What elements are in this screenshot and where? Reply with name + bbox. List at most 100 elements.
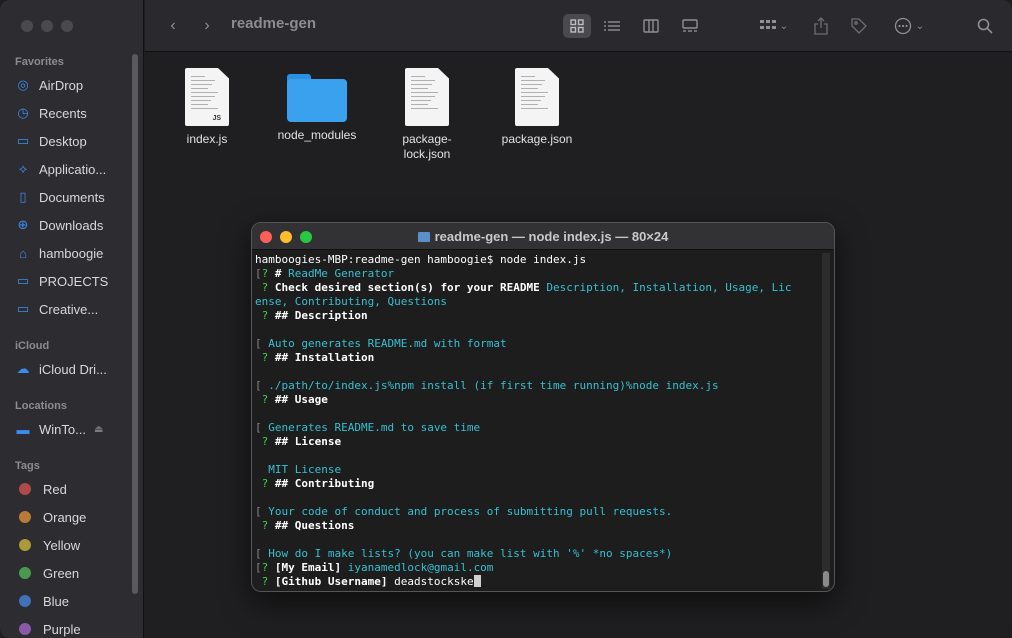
terminal-line: [ ./path/to/index.js%npm install (if fir… xyxy=(255,379,821,393)
action-button[interactable]: ⌄ xyxy=(889,14,929,38)
file-item[interactable]: package- lock.json xyxy=(377,68,477,162)
tag-color-dot xyxy=(19,595,31,607)
terminal-output[interactable]: hamboogies-MBP:readme-gen hamboogie$ nod… xyxy=(255,253,821,589)
share-icon xyxy=(814,17,828,35)
terminal-title-text: readme-gen — node index.js — 80×24 xyxy=(434,229,669,244)
sidebar-item-applicatio[interactable]: ⟡ Applicatio... xyxy=(15,158,137,180)
file-item[interactable]: node_modules xyxy=(267,68,367,143)
terminal-text-segment: deadstockske xyxy=(394,575,474,588)
sidebar-item-orange[interactable]: Orange xyxy=(15,506,137,528)
terminal-text-segment: ? xyxy=(261,267,275,280)
sidebar-item-documents[interactable]: ▯ Documents xyxy=(15,186,137,208)
minimize-button[interactable] xyxy=(41,20,53,32)
terminal-text-segment: ## License xyxy=(274,435,342,448)
column-view-button[interactable] xyxy=(637,14,665,38)
folder-icon xyxy=(417,232,430,242)
list-view-button[interactable] xyxy=(598,14,626,38)
terminal-text-segment: How do I make lists? (you can make list … xyxy=(268,547,673,560)
eject-icon[interactable]: ⏏ xyxy=(94,424,103,435)
terminal-text-segment: ? xyxy=(255,309,275,322)
close-button[interactable] xyxy=(21,20,33,32)
file-name: package.json xyxy=(501,132,573,146)
share-button[interactable] xyxy=(809,14,833,38)
cloud-icon: ☁ xyxy=(16,361,30,376)
terminal-text-segment: ? xyxy=(255,393,275,406)
sidebar-item-blue[interactable]: Blue xyxy=(15,590,137,612)
sidebar-item-label: Blue xyxy=(43,593,70,609)
icon-view-button[interactable] xyxy=(563,14,591,38)
chevron-down-icon: ⌄ xyxy=(915,20,925,32)
back-chevron-icon[interactable]: ‹ xyxy=(163,14,183,38)
terminal-text-segment: ./path/to/index.js%npm install (if first… xyxy=(268,379,719,392)
terminal-text-segment: ? xyxy=(255,477,275,490)
zoom-button[interactable] xyxy=(61,20,73,32)
file-item[interactable]: package.json xyxy=(487,68,587,147)
sidebar-section-header: Locations xyxy=(15,400,67,412)
sidebar-item-label: Green xyxy=(43,565,80,581)
terminal-text-segment: ReadMe Generator xyxy=(288,267,395,280)
sidebar-item-label: PROJECTS xyxy=(39,273,109,289)
sidebar-item-downloads[interactable]: ⊕ Downloads xyxy=(15,214,137,236)
sidebar-item-airdrop[interactable]: ◎ AirDrop xyxy=(15,74,137,96)
sidebar-item-label: Creative... xyxy=(39,301,99,317)
sidebar-item-icloud-dri[interactable]: ☁ iCloud Dri... xyxy=(15,358,137,380)
sidebar-item-projects[interactable]: ▭ PROJECTS xyxy=(15,270,137,292)
terminal-text-segment: ? xyxy=(255,435,275,448)
sidebar-section-header: Tags xyxy=(15,460,40,472)
terminal-text-segment: Your code of conduct and process of subm… xyxy=(268,505,673,518)
terminal-scrollbar-track[interactable] xyxy=(822,253,830,589)
sidebar-item-green[interactable]: Green xyxy=(15,562,137,584)
file-name: index.js xyxy=(186,132,228,146)
file-extension-label: JS xyxy=(212,115,221,122)
airdrop-icon: ◎ xyxy=(17,77,29,92)
forward-chevron-icon[interactable]: › xyxy=(197,14,217,38)
file-item[interactable]: JS index.js xyxy=(157,68,257,147)
terminal-text-segment: [ xyxy=(255,547,269,560)
sidebar-item-recents[interactable]: ◷ Recents xyxy=(15,102,137,124)
sidebar-section-header: iCloud xyxy=(15,340,50,352)
group-button[interactable]: ⌄ xyxy=(753,14,795,38)
window-title: readme-gen xyxy=(231,15,317,32)
sidebar-item-yellow[interactable]: Yellow xyxy=(15,534,137,556)
finder-window: Favorites ◎ AirDrop ◷ Recents ▭ Desktop ⟡ Applic… xyxy=(0,0,1012,638)
sidebar-item-creative[interactable]: ▭ Creative... xyxy=(15,298,137,320)
download-icon: ⊕ xyxy=(17,217,29,232)
sidebar-item-label: Recents xyxy=(39,105,87,121)
sidebar-item-red[interactable]: Red xyxy=(15,478,137,500)
sidebar-item-label: WinTo... xyxy=(39,421,86,437)
terminal-text-segment: Check desired section(s) for your README xyxy=(274,281,547,294)
terminal-scrollbar-thumb[interactable] xyxy=(823,571,829,587)
terminal-line: ? Check desired section(s) for your READ… xyxy=(255,281,821,295)
terminal-line: ? ## Usage xyxy=(255,393,821,407)
tag-color-dot xyxy=(19,511,31,523)
terminal-titlebar[interactable]: readme-gen — node index.js — 80×24 xyxy=(252,223,834,250)
tag-color-dot xyxy=(19,483,31,495)
sidebar-item-winto[interactable]: ▬ WinTo... ⏏ xyxy=(15,418,137,440)
ellipsis-circle-icon xyxy=(894,17,911,35)
terminal-text-segment: [My Email] xyxy=(274,561,348,574)
sidebar-item-purple[interactable]: Purple xyxy=(15,618,137,638)
columns-icon xyxy=(643,19,659,33)
tag-button[interactable] xyxy=(847,14,871,38)
search-button[interactable] xyxy=(973,14,997,38)
terminal-line: MIT License xyxy=(255,463,821,477)
terminal-line: [ How do I make lists? (you can make lis… xyxy=(255,547,821,561)
sidebar-item-label: Orange xyxy=(43,509,87,525)
terminal-text-segment: iyanamedlock@gmail.com xyxy=(347,561,494,574)
terminal-text-segment: [ xyxy=(255,561,262,574)
sidebar-item-label: Desktop xyxy=(39,133,87,149)
terminal-window[interactable]: readme-gen — node index.js — 80×24 hambo… xyxy=(251,222,835,592)
terminal-text-segment: ? xyxy=(255,575,275,588)
terminal-line: [ Generates README.md to save time xyxy=(255,421,821,435)
sidebar-item-hamboogie[interactable]: ⌂ hamboogie xyxy=(15,242,137,264)
terminal-text-segment: [ xyxy=(255,505,269,518)
sidebar-item-desktop[interactable]: ▭ Desktop xyxy=(15,130,137,152)
terminal-line: ? ## License xyxy=(255,435,821,449)
terminal-line: hamboogies-MBP:readme-gen hamboogie$ nod… xyxy=(255,253,821,267)
terminal-text-segment: # xyxy=(274,267,289,280)
sidebar-scrollbar[interactable] xyxy=(132,54,138,594)
gallery-view-button[interactable] xyxy=(676,14,704,38)
